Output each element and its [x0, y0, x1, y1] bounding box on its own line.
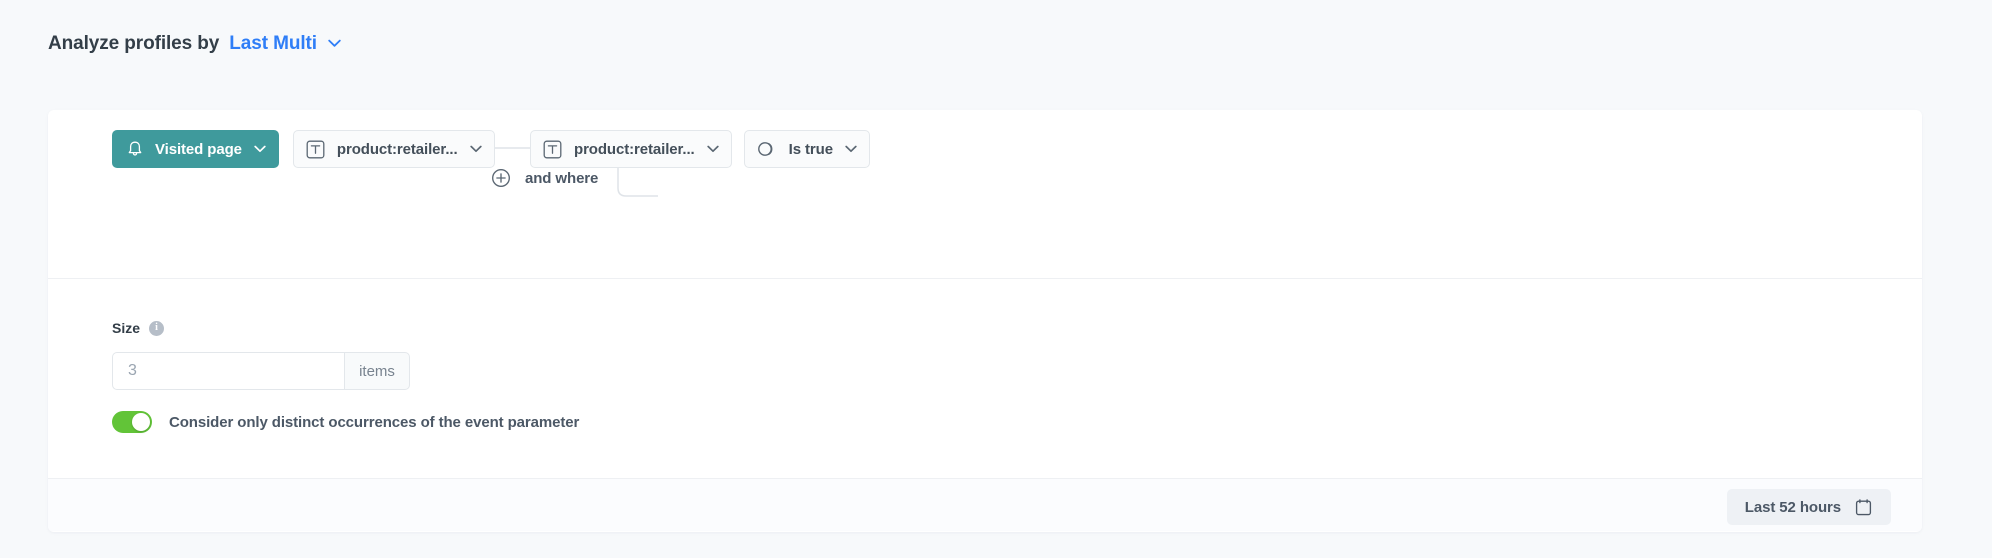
- add-condition-button[interactable]: and where: [491, 168, 598, 188]
- analyze-profiles-page: Analyze profiles by Last Multi: [0, 0, 1992, 558]
- operator-label: Is true: [789, 142, 833, 157]
- info-icon[interactable]: i: [149, 321, 164, 336]
- size-input[interactable]: [112, 352, 344, 390]
- text-type-icon: [306, 140, 325, 159]
- size-section: Size i items Consider only distinct occu…: [48, 279, 1922, 479]
- date-range-label: Last 52 hours: [1745, 499, 1841, 516]
- condition-label: product:retailer...: [574, 142, 695, 157]
- add-condition-label: and where: [525, 170, 598, 187]
- chevron-down-icon: [470, 145, 482, 153]
- size-input-group: items: [112, 352, 410, 390]
- bell-icon: [127, 140, 143, 158]
- filters-section: Visited page: [48, 110, 1922, 279]
- query-builder-card: Visited page: [48, 110, 1922, 532]
- size-label: Size: [112, 320, 140, 336]
- analyze-by-value: Last Multi: [229, 33, 317, 55]
- page-title: Analyze profiles by: [48, 33, 219, 55]
- chevron-down-icon: [254, 145, 266, 153]
- text-type-icon: [543, 140, 562, 159]
- distinct-occurrences-toggle[interactable]: [112, 411, 152, 433]
- condition-chip[interactable]: product:retailer...: [530, 130, 732, 168]
- chevron-down-icon: [845, 145, 857, 153]
- distinct-toggle-row: Consider only distinct occurrences of th…: [112, 411, 579, 433]
- size-unit-label: items: [344, 352, 410, 390]
- attribute-chip[interactable]: product:retailer...: [293, 130, 495, 168]
- plus-circle-icon: [491, 168, 511, 188]
- distinct-toggle-label: Consider only distinct occurrences of th…: [169, 414, 579, 431]
- card-footer: Last 52 hours: [48, 479, 1922, 531]
- analyze-by-select[interactable]: Last Multi: [229, 33, 341, 55]
- page-header: Analyze profiles by Last Multi: [48, 30, 341, 58]
- calendar-icon: [1854, 498, 1873, 517]
- operator-chip[interactable]: Is true: [744, 130, 870, 168]
- date-range-button[interactable]: Last 52 hours: [1727, 489, 1891, 525]
- chevron-down-icon: [707, 145, 719, 153]
- boolean-icon: [757, 141, 777, 157]
- event-chip-group: Visited page: [112, 130, 495, 168]
- chevron-down-icon: [328, 35, 341, 53]
- event-type-label: Visited page: [155, 142, 242, 157]
- condition-chip-group: product:retailer...: [530, 130, 870, 168]
- event-type-chip[interactable]: Visited page: [112, 130, 279, 168]
- toggle-knob: [132, 413, 150, 431]
- size-header: Size i: [112, 320, 164, 336]
- attribute-label: product:retailer...: [337, 142, 458, 157]
